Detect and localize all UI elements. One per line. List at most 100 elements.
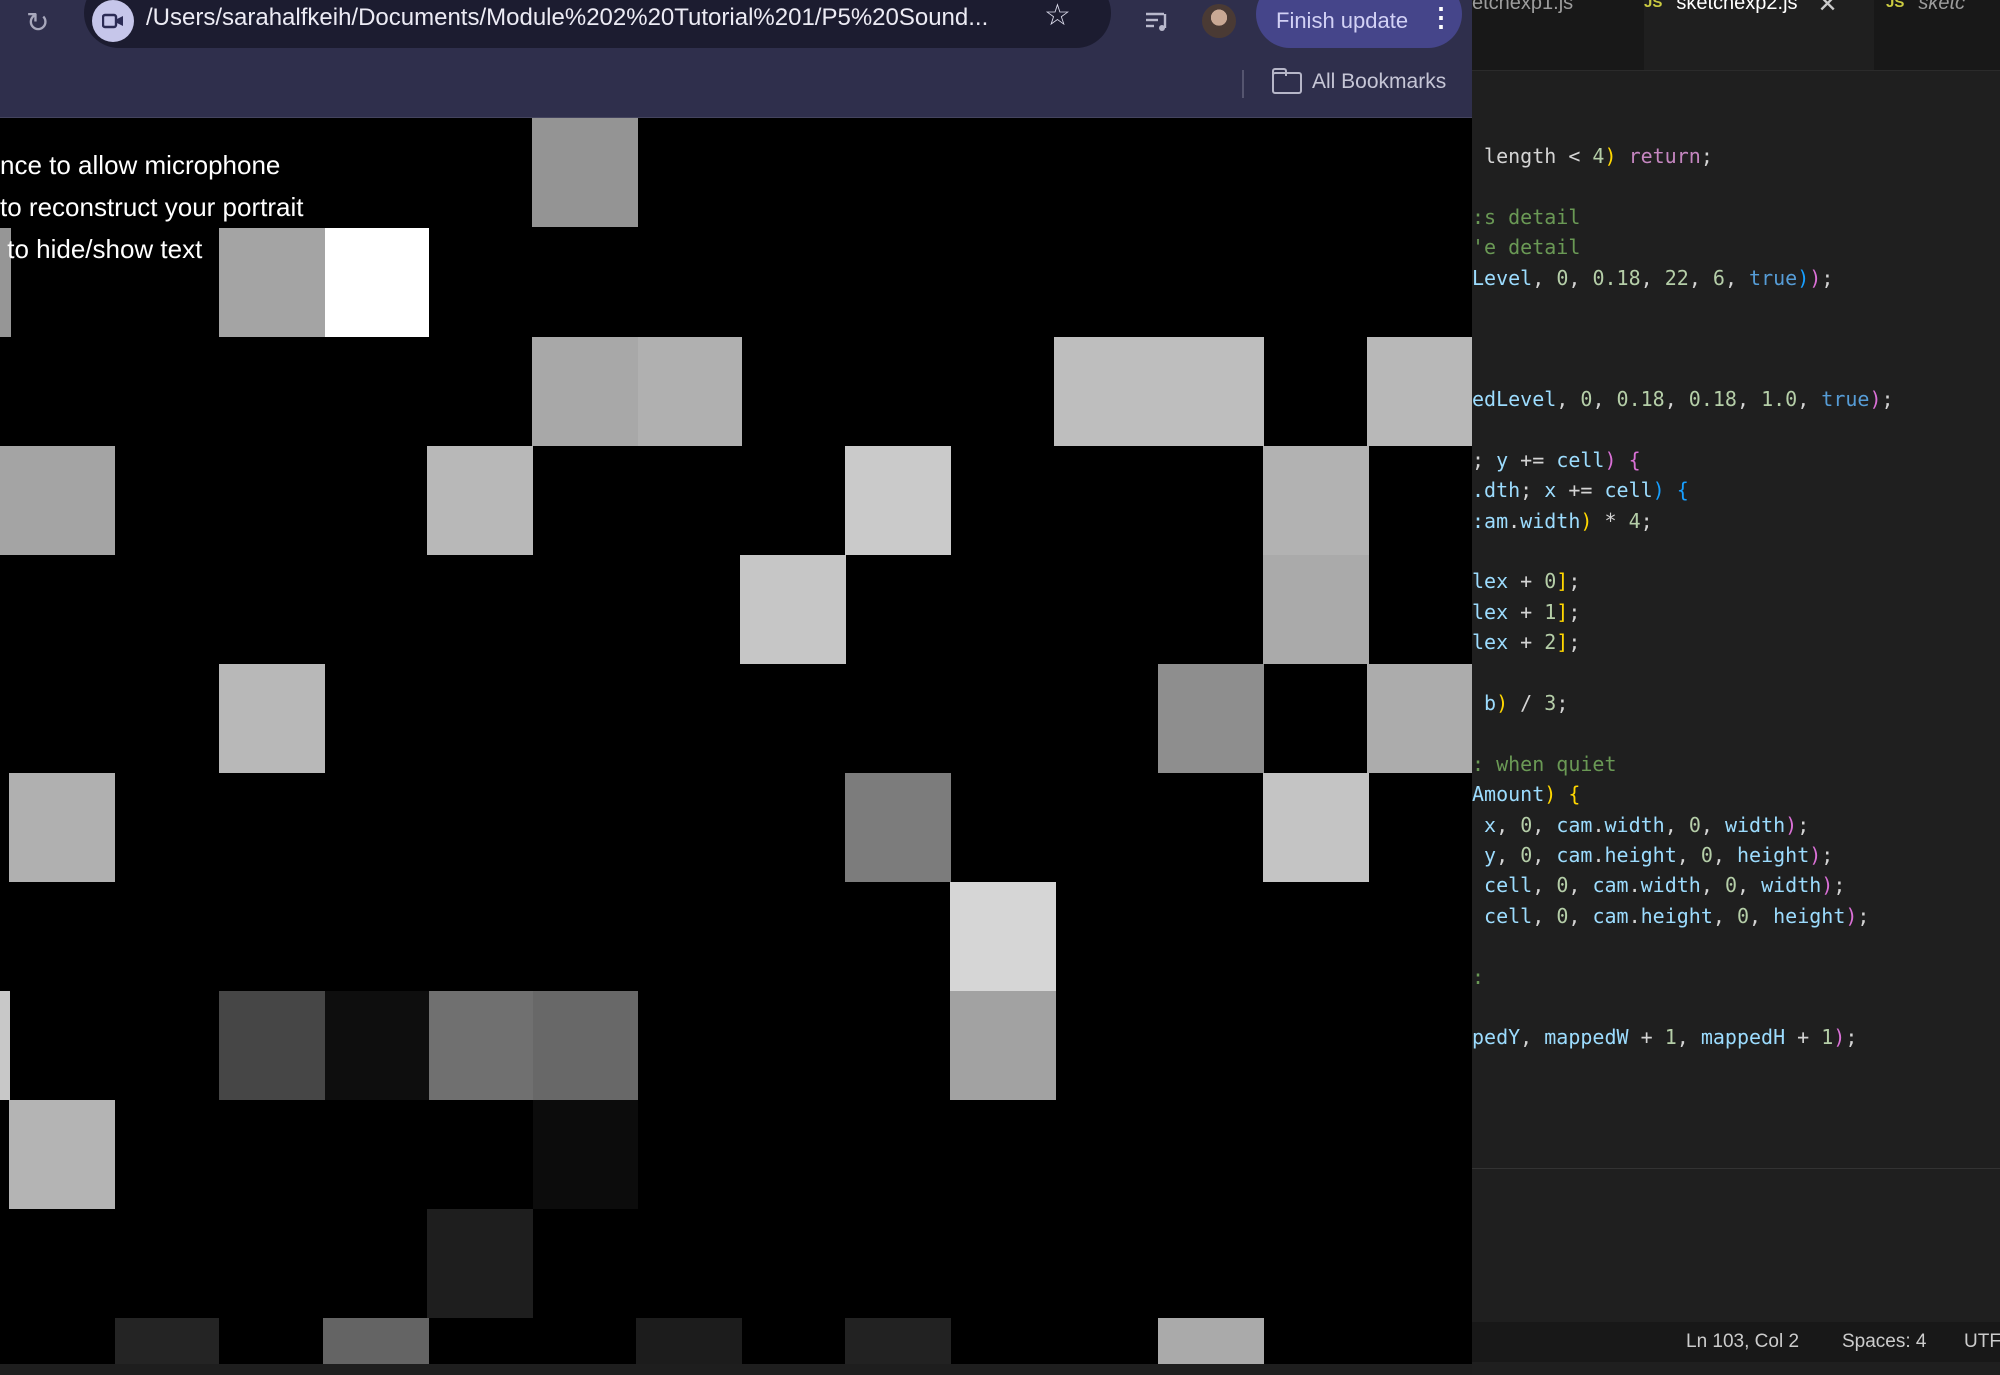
code-editor: etchexp1.js JS sketchexp2.js ✕ JS sketc … xyxy=(1472,0,2000,1375)
code-area[interactable]: length < 4) return; :s detail 'e detail … xyxy=(1472,141,1894,1053)
mosaic-cell xyxy=(9,1100,115,1209)
code-line: x, 0, cam.width, 0, width); xyxy=(1484,812,1810,837)
mosaic-cell xyxy=(533,1100,638,1209)
code-line: y, 0, cam.height, 0, height); xyxy=(1484,842,1834,867)
mosaic-cell xyxy=(1367,664,1472,773)
mosaic-cell xyxy=(219,664,325,773)
code-line: :s detail xyxy=(1472,204,1581,229)
mosaic-cell xyxy=(325,228,429,337)
mosaic-cell xyxy=(950,882,1056,991)
mosaic-cell xyxy=(845,446,951,555)
mosaic-cell xyxy=(1158,664,1264,773)
finish-update-button[interactable]: Finish update ⋮ xyxy=(1256,0,1462,48)
mosaic-cell xyxy=(532,118,638,227)
editor-tab-bar: etchexp1.js JS sketchexp2.js ✕ JS sketc xyxy=(1472,0,2000,71)
code-line: 'e detail xyxy=(1472,235,1581,260)
tab-label: sketc xyxy=(1918,0,1966,14)
tab-sketchexp1[interactable]: etchexp1.js xyxy=(1472,0,1642,70)
url-text[interactable]: /Users/sarahalfkeih/Documents/Module%202… xyxy=(146,4,988,32)
cursor-position[interactable]: Ln 103, Col 2 xyxy=(1686,1331,1799,1353)
encoding-setting[interactable]: UTF xyxy=(1964,1331,2000,1353)
status-bar: Ln 103, Col 2 Spaces: 4 UTF xyxy=(1472,1322,2000,1362)
code-line: lex + 0]; xyxy=(1472,569,1581,594)
mosaic-cell xyxy=(950,991,1056,1100)
code-line: lex + 2]; xyxy=(1472,630,1581,655)
tab-sketch[interactable]: JS sketc xyxy=(1886,0,2000,70)
mosaic-cell xyxy=(1263,555,1369,664)
mosaic-cell xyxy=(9,773,115,882)
indentation-setting[interactable]: Spaces: 4 xyxy=(1842,1331,1927,1353)
all-bookmarks-link[interactable]: All Bookmarks xyxy=(1312,70,1446,94)
star-icon[interactable]: ☆ xyxy=(1044,0,1071,33)
code-line: cell, 0, cam.height, 0, height); xyxy=(1484,903,1870,928)
mosaic-cell xyxy=(323,1318,429,1364)
instruction-line: to hide/show text xyxy=(0,234,203,264)
js-file-icon: JS xyxy=(1886,0,1905,11)
code-line: lex + 1]; xyxy=(1472,599,1581,624)
site-camera-icon[interactable] xyxy=(92,0,134,42)
code-line: Level, 0, 0.18, 22, 6, true)); xyxy=(1472,265,1834,290)
folder-icon xyxy=(1272,72,1302,94)
mosaic-cell xyxy=(429,991,533,1100)
mosaic-cell xyxy=(638,337,742,446)
mosaic-cell xyxy=(1263,773,1369,882)
code-line: ; y += cell) { xyxy=(1472,447,1641,472)
js-file-icon: JS xyxy=(1644,0,1663,11)
avatar[interactable] xyxy=(1202,4,1236,38)
close-icon[interactable]: ✕ xyxy=(1818,0,1838,19)
code-line: .dth; x += cell) { xyxy=(1472,478,1689,503)
tab-label: sketchexp2.js xyxy=(1676,0,1798,14)
code-line: : when quiet xyxy=(1472,751,1617,776)
mosaic-cell xyxy=(845,773,951,882)
code-line: pedY, mappedW + 1, mappedH + 1); xyxy=(1472,1025,1858,1050)
mosaic-cell xyxy=(219,991,325,1100)
code-line: Amount) { xyxy=(1472,782,1581,807)
kebab-menu-icon[interactable]: ⋮ xyxy=(1428,2,1454,33)
mosaic-cell xyxy=(533,991,638,1100)
address-bar[interactable]: /Users/sarahalfkeih/Documents/Module%202… xyxy=(84,0,1111,48)
finish-update-label: Finish update xyxy=(1276,8,1409,33)
mosaic-cell xyxy=(1367,337,1472,446)
reload-icon[interactable]: ↻ xyxy=(26,6,49,39)
mosaic-cell xyxy=(1263,446,1369,555)
bookmarks-divider xyxy=(1242,70,1244,98)
mosaic-cell xyxy=(845,1318,951,1364)
code-line: b) / 3; xyxy=(1484,691,1569,716)
instruction-line: to reconstruct your portrait xyxy=(0,192,304,222)
tab-label: etchexp1.js xyxy=(1472,0,1574,14)
code-line: edLevel, 0, 0.18, 0.18, 1.0, true); xyxy=(1472,387,1894,412)
mosaic-cell xyxy=(740,555,846,664)
mosaic-cell xyxy=(115,1318,219,1364)
sketch-canvas[interactable]: nce to allow microphone to reconstruct y… xyxy=(0,118,1472,1364)
mosaic-cell xyxy=(325,991,429,1100)
panel-divider xyxy=(1472,1168,2000,1169)
code-line: :am.width) * 4; xyxy=(1472,508,1653,533)
browser-toolbar: ↻ /Users/sarahalfkeih/Documents/Module%2… xyxy=(0,0,1472,118)
mosaic-cell xyxy=(0,446,115,555)
instruction-line: nce to allow microphone xyxy=(0,150,281,180)
mosaic-cell xyxy=(636,1318,742,1364)
tab-sketchexp2[interactable]: JS sketchexp2.js ✕ xyxy=(1644,0,1874,70)
mosaic-cell xyxy=(427,446,533,555)
code-line: cell, 0, cam.width, 0, width); xyxy=(1484,873,1846,898)
mosaic-cell xyxy=(532,337,638,446)
code-line: length < 4) return; xyxy=(1472,144,1713,168)
instruction-overlay: nce to allow microphone to reconstruct y… xyxy=(0,144,303,270)
browser-window: ↻ /Users/sarahalfkeih/Documents/Module%2… xyxy=(0,0,1474,1364)
mosaic-cell xyxy=(427,1209,533,1318)
mosaic-cell xyxy=(1158,1318,1264,1364)
mosaic-cell xyxy=(0,991,10,1100)
tab-search-icon[interactable] xyxy=(1144,8,1170,39)
code-line: : xyxy=(1472,964,1485,989)
mosaic-cell xyxy=(1054,337,1264,446)
